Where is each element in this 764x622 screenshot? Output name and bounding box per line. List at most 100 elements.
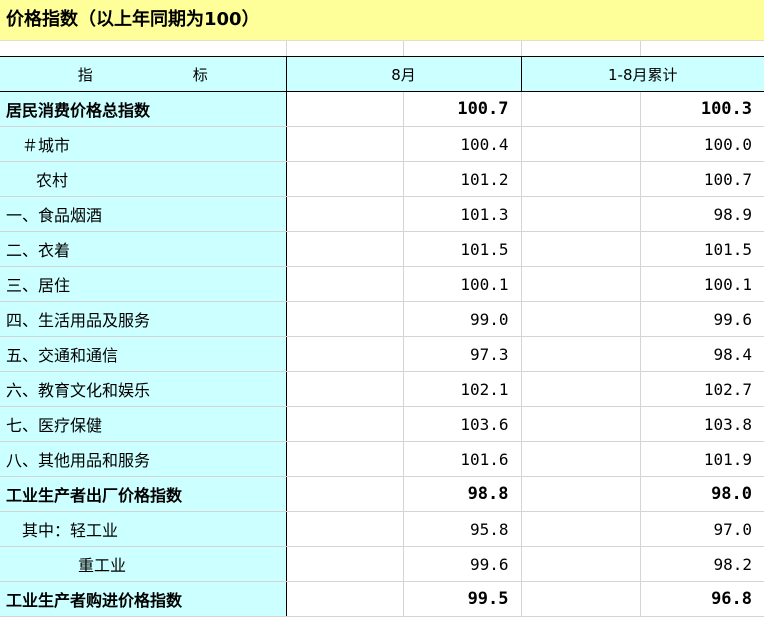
empty-cell xyxy=(286,161,404,197)
table-row[interactable]: ＃城市 100.4 100.0 xyxy=(0,126,764,162)
empty-cell xyxy=(521,441,641,477)
month-value: 99.6 xyxy=(403,546,522,582)
empty-cell xyxy=(521,511,641,547)
empty-cell xyxy=(521,371,641,407)
row-label: 三、居住 xyxy=(0,266,287,302)
empty-cell xyxy=(521,91,641,127)
empty-cell xyxy=(286,301,404,337)
month-value: 103.6 xyxy=(403,406,522,442)
cumulative-value: 100.3 xyxy=(640,91,764,127)
empty-cell xyxy=(521,476,641,512)
row-label: 工业生产者购进价格指数 xyxy=(0,581,287,617)
title-row: 价格指数（以上年同期为100） xyxy=(0,0,764,41)
row-label: 二、衣着 xyxy=(0,231,287,267)
empty-cell xyxy=(286,336,404,372)
empty-cell xyxy=(286,476,404,512)
table-row[interactable]: 农村 101.2 100.7 xyxy=(0,161,764,197)
table-row[interactable]: 工业生产者购进价格指数 99.5 96.8 xyxy=(0,581,764,617)
cumulative-value: 101.9 xyxy=(640,441,764,477)
header-indicator: 指 标 xyxy=(0,56,287,92)
table-row[interactable]: 六、教育文化和娱乐 102.1 102.7 xyxy=(0,371,764,407)
empty-cell xyxy=(286,581,404,617)
row-label: 四、生活用品及服务 xyxy=(0,301,287,337)
empty-cell xyxy=(521,406,641,442)
cumulative-value: 96.8 xyxy=(640,581,764,617)
empty-cell xyxy=(521,161,641,197)
grid-line xyxy=(286,41,287,56)
month-value: 101.3 xyxy=(403,196,522,232)
row-label: 五、交通和通信 xyxy=(0,336,287,372)
month-value: 99.0 xyxy=(403,301,522,337)
month-value: 101.5 xyxy=(403,231,522,267)
cumulative-value: 103.8 xyxy=(640,406,764,442)
table-row[interactable]: 四、生活用品及服务 99.0 99.6 xyxy=(0,301,764,337)
table-body: 居民消费价格总指数 100.7 100.3 ＃城市 100.4 100.0 农村 101.2 1… xyxy=(0,91,764,617)
spacer-row xyxy=(0,41,764,56)
row-label: 八、其他用品和服务 xyxy=(0,441,287,477)
table-row[interactable]: 八、其他用品和服务 101.6 101.9 xyxy=(0,441,764,477)
table-row[interactable]: 工业生产者出厂价格指数 98.8 98.0 xyxy=(0,476,764,512)
table-row[interactable]: 五、交通和通信 97.3 98.4 xyxy=(0,336,764,372)
row-label: 其中：轻工业 xyxy=(0,511,287,547)
empty-cell xyxy=(521,546,641,582)
month-value: 100.7 xyxy=(403,91,522,127)
month-value: 101.6 xyxy=(403,441,522,477)
empty-cell xyxy=(286,91,404,127)
header-row: 指 标 8月 1-8月累计 xyxy=(0,56,764,92)
cumulative-value: 100.1 xyxy=(640,266,764,302)
row-label: 六、教育文化和娱乐 xyxy=(0,371,287,407)
empty-cell xyxy=(521,301,641,337)
empty-cell xyxy=(286,231,404,267)
month-value: 100.1 xyxy=(403,266,522,302)
cumulative-value: 100.0 xyxy=(640,126,764,162)
month-value: 101.2 xyxy=(403,161,522,197)
empty-cell xyxy=(521,231,641,267)
spreadsheet: 价格指数（以上年同期为100） 指 标 8月 1-8月累计 居民消费价格总指数 1… xyxy=(0,0,764,622)
cumulative-value: 100.7 xyxy=(640,161,764,197)
table-row[interactable]: 居民消费价格总指数 100.7 100.3 xyxy=(0,91,764,127)
table-row[interactable]: 三、居住 100.1 100.1 xyxy=(0,266,764,302)
month-value: 95.8 xyxy=(403,511,522,547)
cumulative-value: 98.2 xyxy=(640,546,764,582)
empty-cell xyxy=(521,336,641,372)
month-value: 100.4 xyxy=(403,126,522,162)
cumulative-value: 101.5 xyxy=(640,231,764,267)
month-value: 97.3 xyxy=(403,336,522,372)
row-label: 工业生产者出厂价格指数 xyxy=(0,476,287,512)
empty-cell xyxy=(286,406,404,442)
grid-line xyxy=(640,41,641,56)
header-cumulative: 1-8月累计 xyxy=(520,56,764,92)
table-row[interactable]: 七、医疗保健 103.6 103.8 xyxy=(0,406,764,442)
row-label: 农村 xyxy=(0,161,287,197)
table-row[interactable]: 一、食品烟酒 101.3 98.9 xyxy=(0,196,764,232)
empty-cell xyxy=(286,266,404,302)
cumulative-value: 102.7 xyxy=(640,371,764,407)
cumulative-value: 98.0 xyxy=(640,476,764,512)
empty-cell xyxy=(521,266,641,302)
header-month: 8月 xyxy=(286,56,522,92)
empty-cell xyxy=(286,371,404,407)
empty-cell xyxy=(286,546,404,582)
month-value: 102.1 xyxy=(403,371,522,407)
grid-line xyxy=(403,41,404,56)
table-row[interactable]: 其中：轻工业 95.8 97.0 xyxy=(0,511,764,547)
empty-cell xyxy=(286,441,404,477)
month-value: 99.5 xyxy=(403,581,522,617)
cumulative-value: 99.6 xyxy=(640,301,764,337)
price-index-table: 指 标 8月 1-8月累计 居民消费价格总指数 100.7 100.3 ＃城市 100.… xyxy=(0,56,764,617)
table-row[interactable]: 重工业 99.6 98.2 xyxy=(0,546,764,582)
row-label: 居民消费价格总指数 xyxy=(0,91,287,127)
cumulative-value: 98.9 xyxy=(640,196,764,232)
table-title: 价格指数（以上年同期为100） xyxy=(6,9,260,30)
empty-cell xyxy=(521,126,641,162)
grid-line xyxy=(521,41,522,56)
month-value: 98.8 xyxy=(403,476,522,512)
empty-cell xyxy=(521,196,641,232)
empty-cell xyxy=(521,581,641,617)
row-label: ＃城市 xyxy=(0,126,287,162)
cumulative-value: 97.0 xyxy=(640,511,764,547)
empty-cell xyxy=(286,511,404,547)
cumulative-value: 98.4 xyxy=(640,336,764,372)
row-label: 七、医疗保健 xyxy=(0,406,287,442)
table-row[interactable]: 二、衣着 101.5 101.5 xyxy=(0,231,764,267)
